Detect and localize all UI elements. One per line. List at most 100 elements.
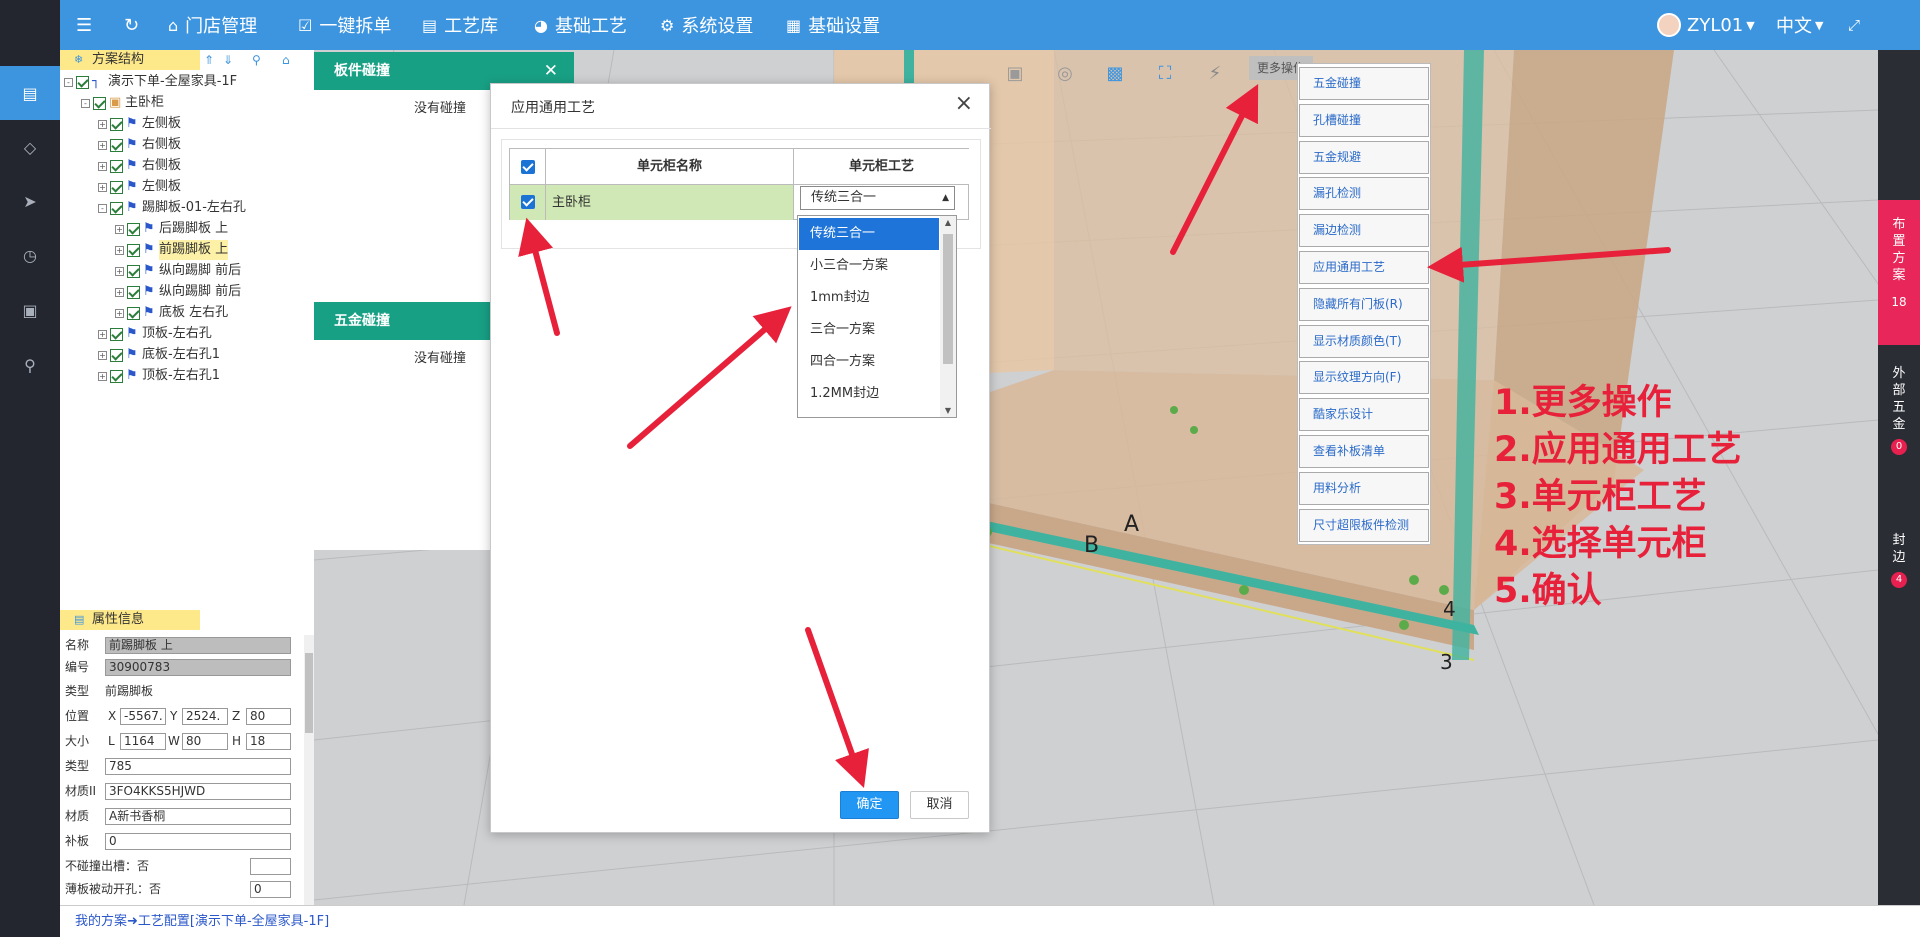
layout-icon[interactable]: ▤ (0, 66, 60, 120)
tree-node[interactable]: + ⚑ 后踢脚板 上 (115, 219, 228, 239)
cancel-button[interactable]: 取消 (910, 791, 969, 819)
tree-node-checkbox[interactable] (110, 327, 123, 341)
collapse-icon[interactable]: - (64, 77, 73, 87)
expand-all-icon[interactable]: ⇑ (204, 50, 214, 70)
tree-node[interactable]: + ⚑ 顶板-左右孔 (98, 324, 212, 344)
tree-node[interactable]: + ⚑ 左侧板 (98, 177, 181, 197)
nav-basic-craft[interactable]: ◕ 基础工艺 (534, 0, 627, 50)
tab-external-hardware[interactable]: 外部五金 0 (1878, 365, 1920, 475)
craft-option[interactable]: 小三合一方案 (799, 250, 939, 282)
expand-icon[interactable]: + (98, 182, 107, 192)
target-icon[interactable]: ◎ (1050, 58, 1080, 88)
expand-icon[interactable]: + (98, 371, 107, 381)
select-all-checkbox[interactable] (521, 160, 535, 174)
x-field[interactable]: -5567. (120, 708, 166, 725)
language-select[interactable]: 中文 ▼ (1776, 0, 1823, 50)
menu-item[interactable]: 漏边检测 (1299, 214, 1429, 248)
scroll-down-icon[interactable]: ▼ (940, 406, 956, 415)
craft-option[interactable]: 三合一方案 (799, 314, 939, 346)
expand-icon[interactable]: + (115, 224, 124, 234)
fullscreen-icon[interactable]: ⛶ (1150, 58, 1180, 88)
craft-option[interactable]: 1mm封边 (799, 282, 939, 314)
lightning-icon[interactable]: ⚡ (1200, 58, 1230, 88)
menu-item[interactable]: 五金碰撞 (1299, 67, 1429, 100)
collapse-icon[interactable]: - (98, 203, 107, 213)
name-field[interactable]: 前踢脚板 上 (105, 637, 291, 654)
expand-icon[interactable]: + (98, 140, 107, 150)
l-field[interactable]: 1164 (120, 733, 166, 750)
material-id-field[interactable]: 3FO4KKS5HJWD (105, 783, 291, 800)
nav-one-click-split[interactable]: ☑ 一键拆单 (298, 0, 391, 50)
tree-node[interactable]: + ⚑ 顶板-左右孔1 (98, 366, 220, 386)
expand-icon[interactable]: + (98, 329, 107, 339)
tree-node-checkbox[interactable] (127, 306, 140, 320)
menu-icon[interactable]: ☰ (76, 0, 92, 50)
expand-icon[interactable]: + (115, 308, 124, 318)
tree-node-checkbox[interactable] (127, 285, 140, 299)
tree-node-checkbox[interactable] (110, 138, 123, 152)
tree-node[interactable]: + ⚑ 纵向踢脚 前后 (115, 282, 241, 302)
tree-node[interactable]: - ▣ 主卧柜 (81, 93, 164, 113)
w-field[interactable]: 80 (182, 733, 228, 750)
tree-node[interactable]: + ⚑ 右侧板 (98, 135, 181, 155)
send-icon[interactable]: ➤ (0, 174, 60, 228)
menu-item[interactable]: 显示材质颜色(T) (1299, 324, 1429, 358)
trash-icon[interactable]: ▣ (0, 283, 60, 337)
tree-node-checkbox[interactable] (110, 369, 123, 383)
cabinet-craft-select[interactable]: 传统三合一 ▲ (800, 186, 955, 210)
expand-icon[interactable]: + (115, 287, 124, 297)
craft-option[interactable]: 1.2MM封边 (799, 378, 939, 410)
tree-node-checkbox[interactable] (110, 180, 123, 194)
scroll-up-icon[interactable]: ▲ (940, 218, 956, 227)
code-field[interactable]: 30900783 (105, 659, 291, 676)
tree-node[interactable]: - ⚑ 踢脚板-01-左右孔 (98, 198, 246, 218)
kind-field[interactable]: 785 (105, 758, 291, 775)
menu-item[interactable]: 隐藏所有门板(R) (1299, 287, 1429, 321)
tree-node-checkbox[interactable] (110, 201, 123, 215)
clock-icon[interactable]: ◷ (0, 228, 60, 282)
options-scrollbar[interactable]: ▲ ▼ (940, 216, 956, 417)
thin-board-field[interactable]: 0 (250, 881, 291, 898)
menu-item[interactable]: 尺寸超限板件检测 (1299, 508, 1429, 542)
z-field[interactable]: 80 (246, 708, 291, 725)
search-icon[interactable]: ⚲ (252, 50, 261, 70)
expand-icon[interactable]: + (98, 119, 107, 129)
tab-edge-banding[interactable]: 封边 4 (1878, 532, 1920, 612)
nav-craft-library[interactable]: ▤ 工艺库 (422, 0, 498, 50)
diamond-icon[interactable]: ◇ (0, 120, 60, 174)
fullscreen-icon[interactable]: ⤢ (1848, 0, 1860, 50)
expand-icon[interactable]: + (98, 350, 107, 360)
craft-option[interactable]: 四合一方案 (799, 346, 939, 378)
h-field[interactable]: 18 (246, 733, 291, 750)
props-scrollbar[interactable] (304, 635, 314, 905)
expand-icon[interactable]: + (115, 245, 124, 255)
search-icon[interactable]: ⚲ (0, 338, 60, 392)
tree-node[interactable]: - ┐ 演示下单-全屋家具-1F (64, 72, 237, 92)
material-field[interactable]: A新书香桐 (105, 808, 291, 825)
menu-item[interactable]: 孔槽碰撞 (1299, 103, 1429, 137)
menu-item[interactable]: 查看补板清单 (1299, 435, 1429, 468)
collapse-all-icon[interactable]: ⇓ (223, 50, 233, 70)
menu-item[interactable]: 显示纹理方向(F) (1299, 361, 1429, 395)
refresh-icon[interactable]: ↻ (124, 0, 139, 50)
close-icon[interactable]: × (955, 91, 973, 116)
patch-field[interactable]: 0 (105, 833, 291, 850)
tree-node-checkbox[interactable] (110, 117, 123, 131)
menu-item[interactable]: 用料分析 (1299, 471, 1429, 505)
nav-system-settings[interactable]: ⚙ 系统设置 (660, 0, 753, 50)
cabinet-icon[interactable]: ▣ (1000, 58, 1030, 88)
tree-node[interactable]: + ⚑ 前踢脚板 上 (115, 240, 229, 260)
home-icon[interactable]: ⌂ (282, 50, 290, 70)
expand-icon[interactable]: + (115, 266, 124, 276)
tree-node[interactable]: + ⚑ 左侧板 (98, 114, 181, 134)
tree-node-checkbox[interactable] (127, 222, 140, 236)
nav-store-management[interactable]: ⌂ 门店管理 (168, 0, 257, 50)
tree-node-checkbox[interactable] (127, 264, 140, 278)
status-breadcrumb[interactable]: 我的方案➜工艺配置[演示下单-全屋家具-1F] (60, 905, 1920, 937)
nav-basic-settings[interactable]: ▦ 基础设置 (786, 0, 880, 50)
menu-item[interactable]: 酷家乐设计 (1299, 398, 1429, 432)
user-menu[interactable]: ZYL01 ▼ (1657, 0, 1755, 50)
menu-item[interactable]: 应用通用工艺 (1299, 251, 1429, 284)
tree-node[interactable]: + ⚑ 纵向踢脚 前后 (115, 261, 241, 281)
confirm-button[interactable]: 确定 (840, 791, 899, 819)
